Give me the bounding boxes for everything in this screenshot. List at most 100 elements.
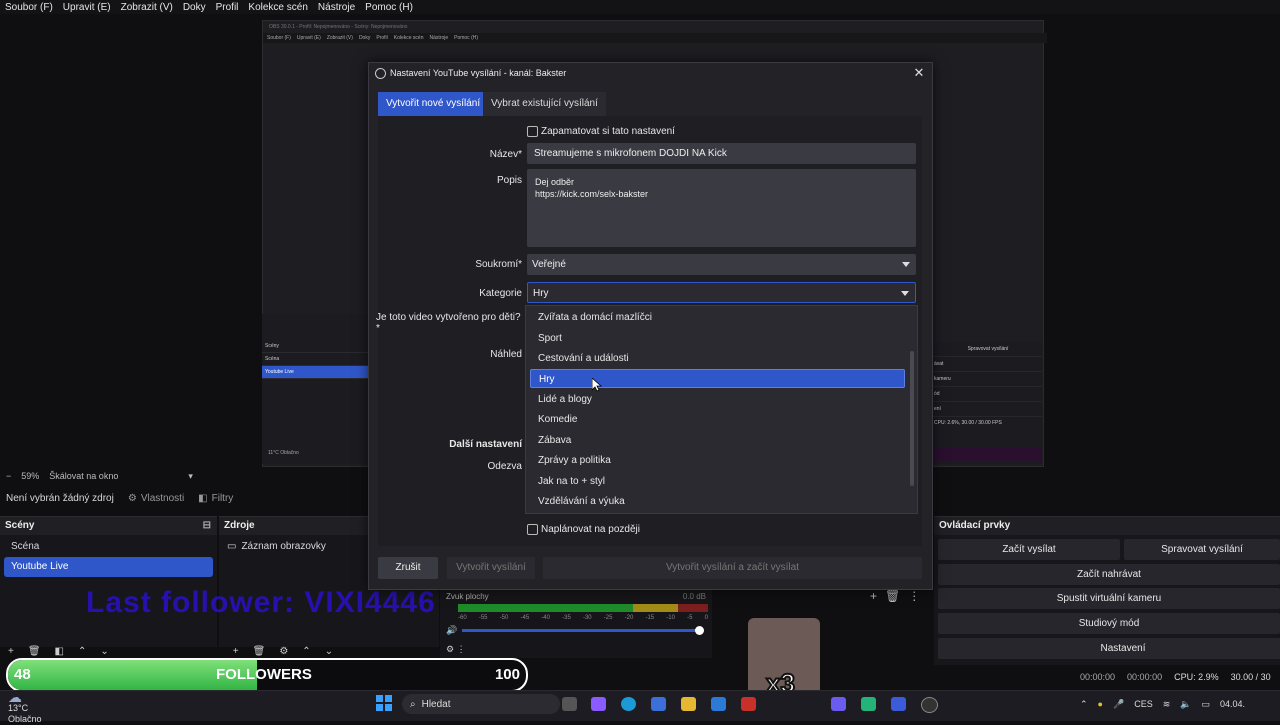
trash-icon[interactable]: 🗑 <box>885 589 908 603</box>
zoom-out-icon[interactable]: − <box>6 471 11 481</box>
app-icon[interactable] <box>741 697 756 711</box>
filter-icon: ◧ <box>198 492 208 504</box>
create-broadcast-button[interactable]: Vytvořit vysílání <box>447 557 535 579</box>
more-icon[interactable]: ⋮ <box>908 589 928 603</box>
store-icon[interactable] <box>651 697 666 711</box>
dropdown-scrollbar[interactable] <box>910 351 914 486</box>
description-label: Popis <box>496 175 522 186</box>
copilot-icon[interactable] <box>591 697 606 711</box>
category-option[interactable]: Cestování a události <box>530 349 905 368</box>
preview-control-row: ení <box>930 402 1042 417</box>
folder-icon[interactable] <box>681 697 696 711</box>
menu-profile[interactable]: Profil <box>211 2 244 13</box>
volume-slider-handle[interactable] <box>695 626 704 635</box>
lang-indicator[interactable]: CES <box>1134 699 1153 709</box>
studio-mode-button[interactable]: Studiový mód <box>938 613 1280 634</box>
more-settings-label: Další nastavení <box>449 439 522 450</box>
name-label: Název* <box>489 149 522 160</box>
menu-edit[interactable]: Upravit (E) <box>58 2 116 13</box>
meter-tick: -5 <box>687 615 693 621</box>
edge-icon[interactable] <box>621 697 636 711</box>
close-icon[interactable]: ✕ <box>912 66 926 80</box>
menu-file[interactable]: Soubor (F) <box>0 2 58 13</box>
cancel-button[interactable]: Zrušit <box>378 557 438 579</box>
meter-tick: -55 <box>478 615 488 621</box>
scenes-dock: Scény ⊟ Scéna Youtube Live <box>0 516 217 647</box>
virtual-camera-button[interactable]: Spustit virtuální kameru <box>938 588 1280 609</box>
category-option[interactable]: Lidé a blogy <box>530 390 905 409</box>
controls-dock: Ovládací prvky Začít vysílat Spravovat v… <box>934 516 1280 665</box>
category-option[interactable]: Vzdělávání a výuka <box>530 492 905 511</box>
no-source-selected: Není vybrán žádný zdroj <box>6 492 114 504</box>
menu-tools[interactable]: Nástroje <box>313 2 360 13</box>
taskbar-search[interactable]: ⌕ Hledat <box>402 694 560 714</box>
thumbnail-label: Náhled <box>490 349 522 360</box>
category-option[interactable]: Komedie <box>530 410 905 429</box>
menu-docks[interactable]: Doky <box>178 2 211 13</box>
windows-start-icon[interactable] <box>376 695 392 711</box>
tab-create-new[interactable]: Vytvořit nové vysílání <box>378 92 489 116</box>
privacy-select[interactable]: Veřejné <box>527 254 916 275</box>
preview-menu-item: Pomoc (H) <box>454 35 479 41</box>
dock-menu-icon[interactable]: ⊟ <box>203 517 211 535</box>
properties-label: Vlastnosti <box>140 492 185 504</box>
preview-menu-item: Zobrazit (V) <box>326 35 353 41</box>
create-and-start-button[interactable]: Vytvořit vysílání a začít vysílat <box>543 557 922 579</box>
clock-date[interactable]: 04.04. <box>1220 699 1245 709</box>
name-input[interactable]: Streamujeme s mikrofonem DOJDI NA Kick <box>527 143 916 164</box>
description-textarea[interactable]: Dej odběr https://kick.com/selx-bakster <box>527 169 916 247</box>
schedule-checkbox[interactable] <box>527 524 538 535</box>
properties-button[interactable]: ⚙ Vlastnosti <box>128 493 184 504</box>
chevron-down-icon[interactable]: ▾ <box>188 471 193 482</box>
category-option[interactable]: Sport <box>530 329 905 348</box>
app-icon[interactable] <box>861 697 876 711</box>
discord-icon[interactable] <box>831 697 846 711</box>
zoom-mode[interactable]: Škálovat na okno <box>49 471 118 481</box>
obs-icon[interactable] <box>921 697 938 713</box>
remember-label: Zapamatovat si tato nastavení <box>541 126 675 137</box>
category-option[interactable]: Jak na to + styl <box>530 472 905 491</box>
scenes-header: Scény ⊟ <box>0 517 217 535</box>
start-recording-button[interactable]: Začít nahrávat <box>938 564 1280 585</box>
add-icon[interactable]: + <box>8 646 14 660</box>
volume-icon[interactable]: 🔈 <box>1180 699 1191 710</box>
gear-icon: ⚙ <box>127 492 137 504</box>
add-icon[interactable]: + <box>870 589 885 603</box>
manage-stream-button[interactable]: Spravovat vysílání <box>1124 539 1280 560</box>
mail-icon[interactable] <box>711 697 726 711</box>
description-line: https://kick.com/selx-bakster <box>535 189 649 199</box>
remember-checkbox[interactable] <box>527 126 538 137</box>
status-bar: 00:00:00 00:00:00 CPU: 2.9% 30.00 / 30 <box>1080 670 1280 684</box>
category-option[interactable]: Zvířata a domácí mazlíčci <box>530 308 905 327</box>
controls-header: Ovládací prvky <box>934 517 1280 535</box>
microphone-icon[interactable]: 🎤 <box>1113 699 1124 710</box>
tab-select-existing[interactable]: Vybrat existující vysílání <box>483 92 606 116</box>
task-view-icon[interactable] <box>562 697 577 711</box>
preview-menu-item: Soubor (F) <box>267 35 291 41</box>
gear-icon[interactable]: ⚙ ⋮ <box>446 644 466 655</box>
category-option[interactable]: Zábava <box>530 431 905 450</box>
battery-icon[interactable]: ▭ <box>1201 699 1210 710</box>
dialog-title: Nastavení YouTube vysílání - kanál: Baks… <box>390 68 567 78</box>
wifi-icon[interactable]: ≋ <box>1163 699 1171 710</box>
settings-button[interactable]: Nastavení <box>938 638 1280 659</box>
speaker-icon[interactable]: 🔊 <box>446 625 457 636</box>
volume-slider[interactable] <box>462 629 702 632</box>
preview-menu-item: Kolekce scén <box>393 35 424 41</box>
menu-view[interactable]: Zobrazit (V) <box>116 2 178 13</box>
filters-button[interactable]: ◧ Filtry <box>198 493 233 504</box>
tray-app-icon[interactable]: ● <box>1098 699 1103 709</box>
menu-scene-collection[interactable]: Kolekce scén <box>243 2 312 13</box>
fps: 30.00 / 30 <box>1230 672 1271 682</box>
app-icon[interactable] <box>891 697 906 711</box>
category-option-selected[interactable]: Hry <box>530 369 905 388</box>
scene-item[interactable]: Scéna <box>4 537 213 557</box>
chevron-up-icon[interactable]: ⌃ <box>1080 699 1088 710</box>
menu-help[interactable]: Pomoc (H) <box>360 2 418 13</box>
category-select[interactable]: Hry <box>527 282 916 303</box>
start-stream-button[interactable]: Začít vysílat <box>938 539 1120 560</box>
weather-widget[interactable]: ☁ 13°C Oblačno <box>8 690 42 725</box>
dialog-titlebar: Nastavení YouTube vysílání - kanál: Baks… <box>369 63 938 83</box>
category-option[interactable]: Zprávy a politika <box>530 451 905 470</box>
scene-item[interactable]: Youtube Live <box>4 557 213 577</box>
